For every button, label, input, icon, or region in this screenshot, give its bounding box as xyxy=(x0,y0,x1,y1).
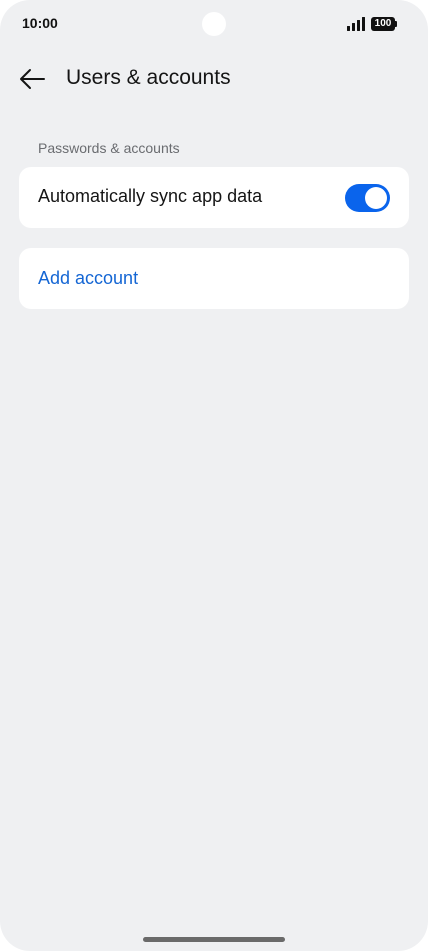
back-button[interactable] xyxy=(14,62,50,96)
front-camera-cutout xyxy=(202,12,226,36)
battery-level: 100 xyxy=(371,17,395,31)
section-label: Passwords & accounts xyxy=(38,140,180,156)
add-account-button[interactable]: Add account xyxy=(19,248,409,309)
toggle-knob xyxy=(365,187,387,209)
sync-setting-card: Automatically sync app data xyxy=(19,167,409,228)
home-indicator[interactable] xyxy=(143,937,285,942)
sync-setting-label: Automatically sync app data xyxy=(38,186,263,206)
page-title: Users & accounts xyxy=(66,66,231,89)
battery-cap xyxy=(395,21,397,27)
signal-bars-icon xyxy=(347,17,365,31)
battery-icon: 100 xyxy=(371,17,398,31)
add-account-label: Add account xyxy=(38,268,139,288)
sync-toggle[interactable] xyxy=(345,184,390,212)
settings-screen: 10:00 100 Users & accounts Passwords & a… xyxy=(0,0,428,951)
status-time: 10:00 xyxy=(22,15,58,31)
arrow-left-icon xyxy=(20,69,45,89)
